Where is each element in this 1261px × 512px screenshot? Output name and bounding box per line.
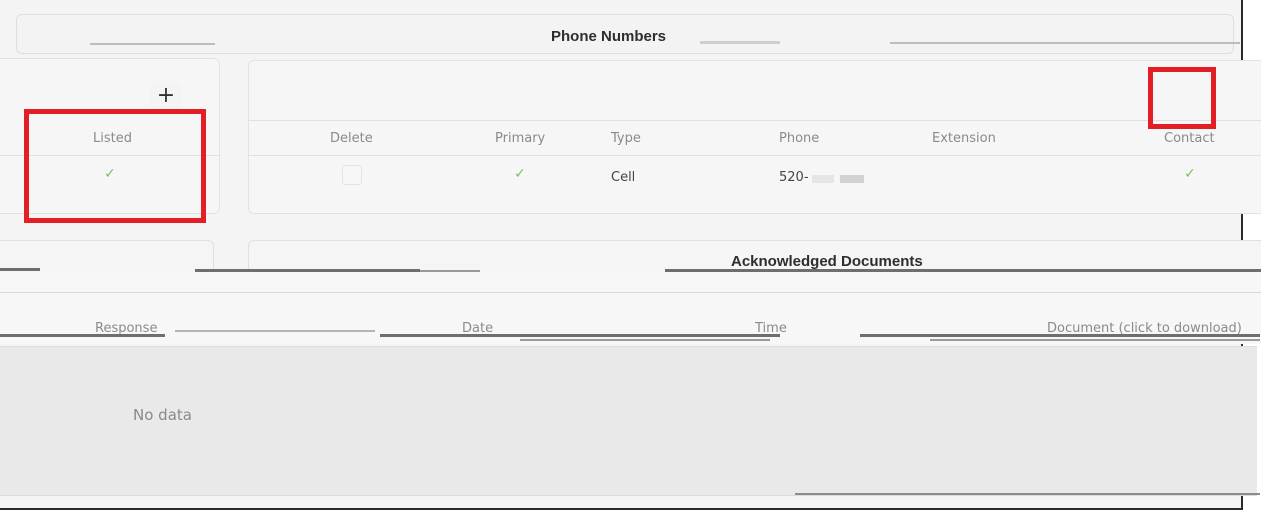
add-phone-button[interactable]: +: [150, 82, 182, 110]
column-header-document: Document (click to download): [1047, 321, 1242, 334]
render-artifact: [520, 339, 770, 341]
column-header-response: Response: [95, 321, 158, 334]
no-data-message: No data: [133, 406, 192, 424]
toolbar-divider: [249, 120, 1261, 121]
redacted-digits: [840, 175, 864, 183]
phone-number-cell: 520-: [779, 170, 809, 185]
highlight-box-listed: [24, 109, 206, 223]
phone-type-cell: Cell: [611, 170, 636, 185]
render-artifact: [90, 43, 215, 45]
column-header-time: Time: [755, 321, 787, 334]
phone-right-card: [248, 60, 1261, 214]
redacted-digits: [812, 175, 834, 183]
delete-checkbox[interactable]: [342, 165, 362, 185]
column-header-primary: Primary: [495, 131, 546, 146]
render-artifact: [0, 334, 165, 337]
column-header-date: Date: [462, 321, 494, 334]
column-header-delete: Delete: [330, 131, 373, 146]
render-artifact: [175, 330, 375, 332]
column-header-type: Type: [611, 131, 641, 146]
column-header-phone: Phone: [779, 131, 820, 146]
render-artifact: [700, 41, 780, 44]
primary-check-icon[interactable]: ✓: [510, 165, 530, 185]
render-artifact: [890, 42, 1240, 44]
render-artifact: [380, 334, 780, 337]
highlight-box-contact: [1148, 67, 1216, 129]
render-artifact: [930, 339, 1260, 341]
render-artifact: [860, 334, 1260, 337]
header-divider: [249, 155, 1261, 156]
acknowledged-documents-title: Acknowledged Documents: [731, 253, 923, 270]
toolbar-divider: [0, 292, 1261, 293]
column-header-contact: Contact: [1164, 131, 1215, 146]
phone-numbers-title: Phone Numbers: [551, 28, 667, 45]
column-header-extension: Extension: [932, 131, 996, 146]
render-artifact: [795, 493, 1260, 495]
contact-check-icon[interactable]: ✓: [1180, 165, 1200, 185]
render-artifact: [0, 268, 40, 271]
